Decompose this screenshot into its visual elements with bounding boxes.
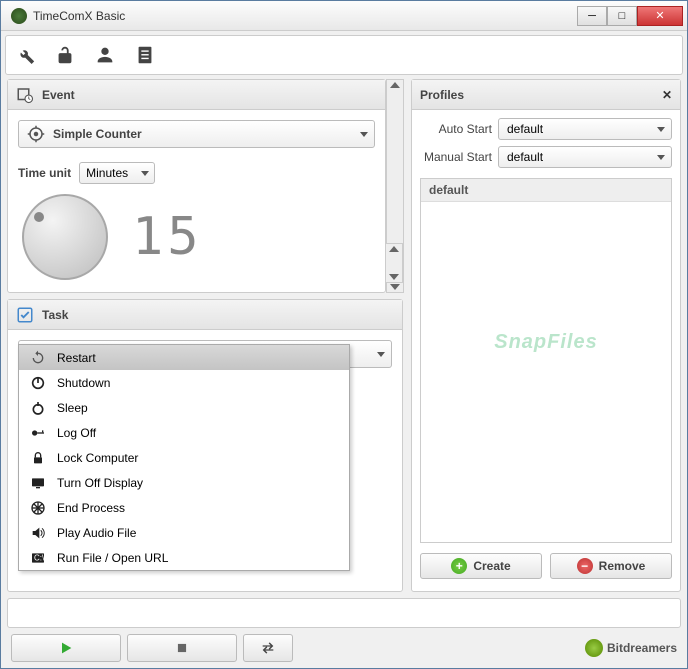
document-icon[interactable] [132,42,158,68]
chevron-down-icon [657,127,665,132]
scroll-down-icon[interactable] [390,284,400,290]
lock-icon [29,449,47,467]
sleep-icon [29,399,47,417]
main-toolbar [5,35,683,75]
stop-button[interactable] [127,634,237,662]
chevron-down-icon [141,171,149,176]
logoff-icon [29,424,47,442]
unlock-icon[interactable] [52,42,78,68]
user-icon[interactable] [92,42,118,68]
spin-down-icon[interactable] [389,274,399,280]
app-window: TimeComX Basic ─ □ ✕ Event [0,0,688,669]
event-header-label: Event [42,88,75,102]
task-option-logoff[interactable]: Log Off [19,420,349,445]
autostart-combo[interactable]: default [498,118,672,140]
shutdown-icon [29,374,47,392]
task-panel: Task Restart Restart Shutdown Sleep Log … [7,299,403,592]
audio-icon [29,524,47,542]
task-header: Task [8,300,402,330]
chevron-down-icon [657,155,665,160]
event-panel: Event Simple Counter Time unit Minutes [7,79,386,293]
manualstart-label: Manual Start [420,150,492,164]
task-header-label: Task [42,308,68,322]
display-icon [29,474,47,492]
time-unit-combo[interactable]: Minutes [79,162,155,184]
app-icon [11,8,27,24]
check-icon [16,306,34,324]
create-profile-button[interactable]: +Create [420,553,542,579]
task-option-display[interactable]: Turn Off Display [19,470,349,495]
brand-icon [585,639,603,657]
chevron-down-icon [360,132,368,137]
play-icon [58,640,74,656]
task-dropdown-list: Restart Shutdown Sleep Log Off Lock Comp… [18,344,350,571]
maximize-button[interactable]: □ [607,6,637,26]
event-header: Event [8,80,385,110]
repeat-icon [260,640,276,656]
titlebar[interactable]: TimeComX Basic ─ □ ✕ [1,1,687,31]
remove-profile-button[interactable]: −Remove [550,553,672,579]
svg-text:C:\: C:\ [34,553,45,562]
profiles-panel: Profiles ✕ Auto Start default Manual Sta… [411,79,681,592]
minimize-button[interactable]: ─ [577,6,607,26]
task-option-lock[interactable]: Lock Computer [19,445,349,470]
counter-dial[interactable] [22,194,108,280]
time-unit-value: Minutes [86,166,128,180]
task-option-audio[interactable]: Play Audio File [19,520,349,545]
task-option-endprocess[interactable]: End Process [19,495,349,520]
scroll-up-icon[interactable] [390,82,400,88]
spin-up-icon[interactable] [389,246,399,252]
play-button[interactable] [11,634,121,662]
wrench-icon[interactable] [12,42,38,68]
status-bar [7,598,681,628]
chevron-down-icon [377,352,385,357]
profiles-header-label: Profiles [420,88,464,102]
bottom-control-bar: Bitdreamers [1,628,687,668]
gear-icon [27,125,45,143]
task-option-sleep[interactable]: Sleep [19,395,349,420]
profiles-header: Profiles ✕ [412,80,680,110]
profiles-close-button[interactable]: ✕ [662,88,672,102]
plus-icon: + [451,558,467,574]
task-option-run[interactable]: C:\Run File / Open URL [19,545,349,570]
event-type-combo[interactable]: Simple Counter [18,120,375,148]
calendar-clock-icon [16,86,34,104]
autostart-label: Auto Start [420,122,492,136]
window-title: TimeComX Basic [33,9,577,23]
event-spinner[interactable] [385,243,403,283]
stop-icon [175,641,189,655]
profiles-list: default SnapFiles [420,178,672,543]
endprocess-icon [29,499,47,517]
task-option-restart[interactable]: Restart [19,345,349,370]
time-unit-label: Time unit [18,166,71,180]
manualstart-combo[interactable]: default [498,146,672,168]
task-option-shutdown[interactable]: Shutdown [19,370,349,395]
repeat-button[interactable] [243,634,293,662]
watermark-text: SnapFiles [494,331,597,354]
restart-icon [29,349,47,367]
minus-icon: − [577,558,593,574]
event-type-label: Simple Counter [53,127,142,141]
profile-list-item[interactable]: default [421,179,671,202]
brand-logo[interactable]: Bitdreamers [585,639,677,657]
close-button[interactable]: ✕ [637,6,683,26]
counter-display: 15 [132,211,203,263]
run-icon: C:\ [29,549,47,567]
